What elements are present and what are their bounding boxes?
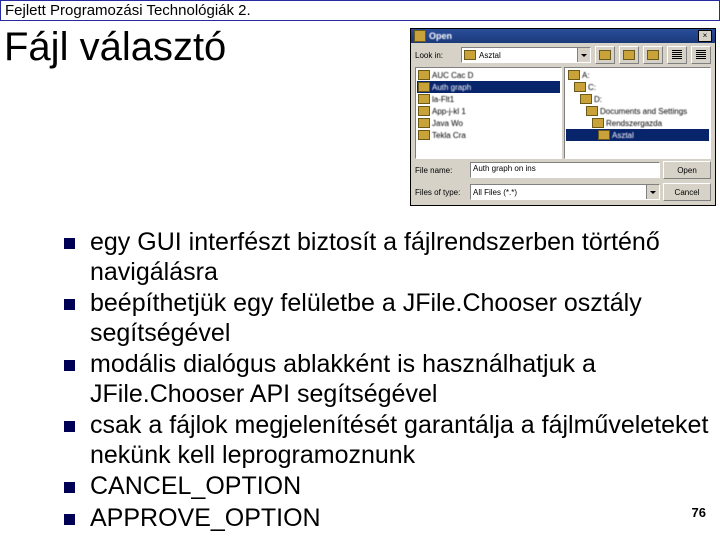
folder-tree-right[interactable]: A: C: D: Documents and Settings Rendszergazd… [564,67,711,159]
page-number: 76 [692,505,706,520]
up-folder-button[interactable] [595,46,615,64]
folder-icon [580,94,592,104]
list-item[interactable]: D: [566,93,709,105]
filename-field[interactable]: Auth graph on ins [470,162,660,178]
item-label: App-j-kl 1 [432,107,466,116]
filetype-combo[interactable]: All Files (*.*) [470,184,660,200]
folder-icon [464,50,476,60]
folder-icon [592,118,604,128]
filename-label: File name: [415,166,467,175]
list-item[interactable]: A: [566,69,709,81]
filetype-label: Files of type: [415,188,467,197]
list-item[interactable]: Rendszergazda [566,117,709,129]
folder-icon [418,118,430,128]
item-label: la-Flt1 [432,95,454,104]
list-item[interactable]: AUC Cac D [417,69,560,81]
folder-icon [418,82,430,92]
list-item[interactable]: C: [566,81,709,93]
list-item: modális dialógus ablakként is használhat… [60,350,710,409]
list-item: egy GUI interfészt biztosít a fájlrendsz… [60,228,710,287]
header-bar: Fejlett Programozási Technológiák 2. [0,0,720,21]
lookin-label: Look in: [415,51,457,60]
folder-icon [568,70,580,80]
filetype-value: All Files (*.*) [473,188,517,197]
bullet-list: egy GUI interfészt biztosít a fájlrendsz… [20,228,710,535]
item-label: C: [588,83,596,92]
list-view-button[interactable] [667,46,687,64]
item-label: Auth graph [432,83,471,92]
folder-icon [418,70,430,80]
list-item[interactable]: Java Wo [417,117,560,129]
item-label: Documents and Settings [600,107,687,116]
list-item[interactable]: Documents and Settings [566,105,709,117]
list-item[interactable]: la-Flt1 [417,93,560,105]
window-icon [414,30,426,42]
list-item: APPROVE_OPTION [60,504,710,534]
folder-icon [598,130,610,140]
item-label: Java Wo [432,119,463,128]
lookin-combo[interactable]: Asztal [461,47,591,63]
list-item[interactable]: Asztal [566,129,709,141]
dialog-titlebar: Open × [411,29,715,43]
chevron-down-icon[interactable] [646,185,659,199]
list-item: csak a fájlok megjelenítését garantálja … [60,411,710,470]
cancel-button[interactable]: Cancel [663,183,711,201]
chevron-down-icon[interactable] [577,48,590,62]
details-view-button[interactable] [691,46,711,64]
item-label: Tekla Cra [432,131,466,140]
list-item[interactable]: App-j-kl 1 [417,105,560,117]
list-item: CANCEL_OPTION [60,472,710,502]
lookin-value: Asztal [479,51,501,60]
item-label: D: [594,95,602,104]
lookin-row: Look in: Asztal [411,43,715,67]
list-item[interactable]: Tekla Cra [417,129,560,141]
file-list-left[interactable]: AUC Cac D Auth graph la-Flt1 App-j-kl 1 Java… [415,67,562,159]
folder-icon [574,82,586,92]
folder-icon [418,130,430,140]
list-item[interactable]: Auth graph [417,81,560,93]
list-item: beépíthetjük egy felületbe a JFile.Choos… [60,289,710,348]
file-dialog: Open × Look in: Asztal AUC Cac D Auth gra… [410,28,716,206]
close-icon[interactable]: × [698,30,712,42]
folder-icon [586,106,598,116]
dialog-title: Open [429,29,698,43]
open-button[interactable]: Open [663,161,711,179]
item-label: Rendszergazda [606,119,662,128]
new-folder-button[interactable] [643,46,663,64]
folder-icon [418,106,430,116]
item-label: AUC Cac D [432,71,473,80]
item-label: Asztal [612,131,634,140]
home-button[interactable] [619,46,639,64]
item-label: A: [582,71,590,80]
folder-icon [418,94,430,104]
